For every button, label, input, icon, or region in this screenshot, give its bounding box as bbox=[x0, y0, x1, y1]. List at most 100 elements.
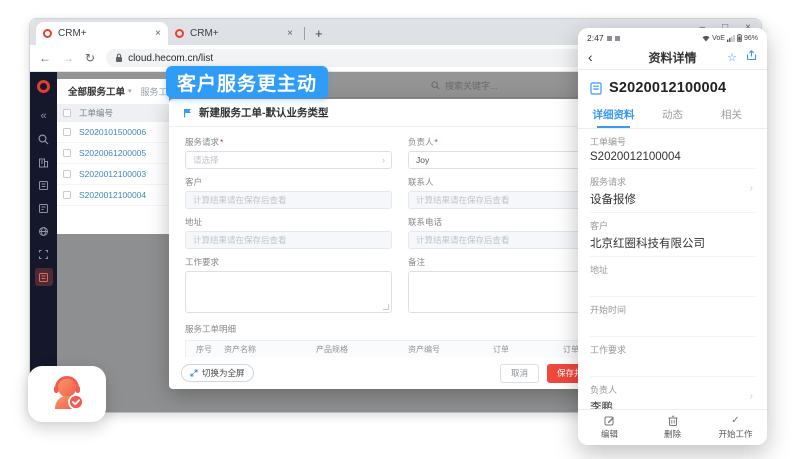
hecom-logo-icon bbox=[37, 80, 50, 93]
field-label: 工作要求 bbox=[185, 256, 392, 268]
chevron-down-icon: ▾ bbox=[128, 87, 132, 95]
field-label: 工单编号 bbox=[590, 135, 755, 148]
work-requirement-textarea[interactable] bbox=[185, 271, 392, 313]
field-label: 工作要求 bbox=[590, 343, 755, 356]
field-row: 地址 bbox=[590, 257, 755, 297]
modal-header: 新建服务工单-默认业务类型 bbox=[169, 99, 631, 127]
column-header: 工单编号 bbox=[79, 107, 113, 119]
new-tab-button[interactable]: + bbox=[315, 26, 323, 41]
browser-tab-2[interactable]: CRM+ × bbox=[168, 22, 300, 45]
required-mark: * bbox=[435, 137, 438, 147]
edit-action[interactable]: 编辑 bbox=[578, 410, 641, 445]
collapse-sidebar-icon[interactable]: « bbox=[35, 107, 53, 125]
url-text: cloud.hecom.cn/list bbox=[128, 53, 213, 64]
table-row[interactable]: S2020012100003 bbox=[57, 164, 169, 185]
field-label: 服务请求 bbox=[185, 137, 219, 147]
field-work-requirement: 工作要求 bbox=[185, 256, 392, 313]
back-button[interactable]: ← bbox=[39, 51, 51, 65]
app-sidebar: « bbox=[30, 72, 57, 412]
field-customer: 客户 计算结果请在保存后查看 bbox=[185, 176, 392, 209]
tab-title: CRM+ bbox=[58, 28, 149, 39]
tab-close-icon[interactable]: × bbox=[287, 28, 293, 39]
table-row[interactable]: S2020061200005 bbox=[57, 143, 169, 164]
placeholder-text: 请选择 bbox=[193, 155, 219, 165]
crm-favicon-icon bbox=[43, 29, 52, 38]
table-header-row: 工单编号 bbox=[57, 104, 169, 122]
detail-column: 资产名称 bbox=[224, 344, 316, 355]
search-icon[interactable] bbox=[35, 130, 53, 148]
workorder-link[interactable]: S2020012100004 bbox=[79, 190, 146, 200]
field-row[interactable]: 服务请求 设备报修 › bbox=[590, 169, 755, 213]
field-value: 设备报修 bbox=[590, 191, 755, 207]
modal-body: 服务请求* 请选择 › 负责人* Joy 客 bbox=[169, 127, 631, 389]
table-row[interactable]: S2020101500006 bbox=[57, 122, 169, 143]
banner-text: 客户服务更主动 bbox=[177, 69, 317, 96]
tab-activity[interactable]: 动态 bbox=[643, 103, 702, 128]
workorder-link[interactable]: S2020101500006 bbox=[79, 127, 146, 137]
share-icon[interactable] bbox=[746, 48, 757, 66]
forward-button[interactable]: → bbox=[62, 51, 74, 65]
start-work-action[interactable]: ✓ 开始工作 bbox=[704, 410, 767, 445]
organization-icon[interactable] bbox=[35, 153, 53, 171]
check-icon: ✓ bbox=[731, 415, 739, 426]
tab-divider bbox=[304, 27, 305, 40]
record-id: S2020012100004 bbox=[609, 80, 726, 96]
action-label: 编辑 bbox=[601, 428, 618, 440]
promo-banner: 客户服务更主动 bbox=[166, 66, 328, 98]
crm-favicon-icon bbox=[175, 29, 184, 38]
field-label: 客户 bbox=[590, 219, 755, 232]
tab-related[interactable]: 相关 bbox=[702, 103, 761, 128]
service-request-select[interactable]: 请选择 › bbox=[185, 151, 392, 169]
phone-mockup: 2:47 VoE 96% ‹ 资料详情 ☆ S2020012100004 详细 bbox=[578, 28, 767, 445]
trash-icon bbox=[668, 415, 678, 426]
modal-flag-icon bbox=[183, 108, 193, 118]
record-header: S2020012100004 bbox=[578, 70, 767, 103]
modal-footer: 切换为全屏 取消 保存并开始工作 bbox=[169, 357, 631, 389]
list-subtab[interactable]: 服务工... bbox=[141, 85, 169, 98]
row-checkbox[interactable] bbox=[63, 170, 71, 178]
screenshot-canvas: CRM+ × CRM+ × + – □ × ← → ↻ bbox=[0, 0, 792, 459]
field-label: 开始时间 bbox=[590, 303, 755, 316]
field-row: 客户 北京红圈科技有限公司 bbox=[590, 213, 755, 257]
fullscreen-scan-icon[interactable] bbox=[35, 245, 53, 263]
tab-detail[interactable]: 详细资料 bbox=[584, 103, 643, 128]
globe-icon[interactable] bbox=[35, 222, 53, 240]
favorite-star-icon[interactable]: ☆ bbox=[727, 51, 737, 64]
field-address: 地址 计算结果请在保存后查看 bbox=[185, 216, 392, 249]
action-label: 开始工作 bbox=[718, 428, 752, 440]
customer-service-app-icon[interactable] bbox=[28, 366, 106, 422]
field-row: 工作要求 bbox=[590, 337, 755, 377]
table-row[interactable]: S2020012100004 bbox=[57, 185, 169, 206]
select-all-checkbox[interactable] bbox=[63, 109, 71, 117]
status-app-icon bbox=[607, 36, 612, 41]
list-title-dropdown[interactable]: 全部服务工单 bbox=[68, 84, 125, 98]
field-label: 地址 bbox=[590, 263, 755, 276]
list-header: 全部服务工单 ▾ 服务工... bbox=[57, 79, 169, 104]
document-icon[interactable] bbox=[35, 199, 53, 217]
service-workorder-icon[interactable] bbox=[35, 268, 53, 286]
reload-button[interactable]: ↻ bbox=[85, 51, 95, 65]
field-value bbox=[590, 359, 755, 371]
field-service-request: 服务请求* 请选择 › bbox=[185, 136, 392, 169]
workorder-link[interactable]: S2020012100003 bbox=[79, 169, 146, 179]
phone-field-list: 工单编号 S2020012100004 服务请求 设备报修 › 客户 北京红圈科… bbox=[578, 129, 767, 445]
battery-icon bbox=[737, 34, 742, 42]
cancel-button[interactable]: 取消 bbox=[500, 364, 539, 383]
row-checkbox[interactable] bbox=[63, 191, 71, 199]
tab-close-icon[interactable]: × bbox=[155, 28, 161, 39]
worklist-icon[interactable] bbox=[35, 176, 53, 194]
phone-tabs: 详细资料 动态 相关 bbox=[578, 103, 767, 129]
fullscreen-toggle-button[interactable]: 切换为全屏 bbox=[181, 364, 254, 382]
browser-tab-1[interactable]: CRM+ × bbox=[36, 22, 168, 45]
agent-headset-icon bbox=[47, 375, 87, 413]
detail-column: 序号 bbox=[186, 344, 224, 355]
tab-title: CRM+ bbox=[190, 28, 281, 39]
delete-action[interactable]: 删除 bbox=[641, 410, 704, 445]
battery-percent: 96% bbox=[744, 35, 758, 42]
new-workorder-modal: 新建服务工单-默认业务类型 服务请求* 请选择 › bbox=[169, 99, 631, 389]
back-icon[interactable]: ‹ bbox=[588, 49, 593, 65]
workorder-link[interactable]: S2020061200005 bbox=[79, 148, 146, 158]
detail-section-title: 服务工单明细 bbox=[185, 323, 615, 335]
row-checkbox[interactable] bbox=[63, 149, 71, 157]
row-checkbox[interactable] bbox=[63, 128, 71, 136]
